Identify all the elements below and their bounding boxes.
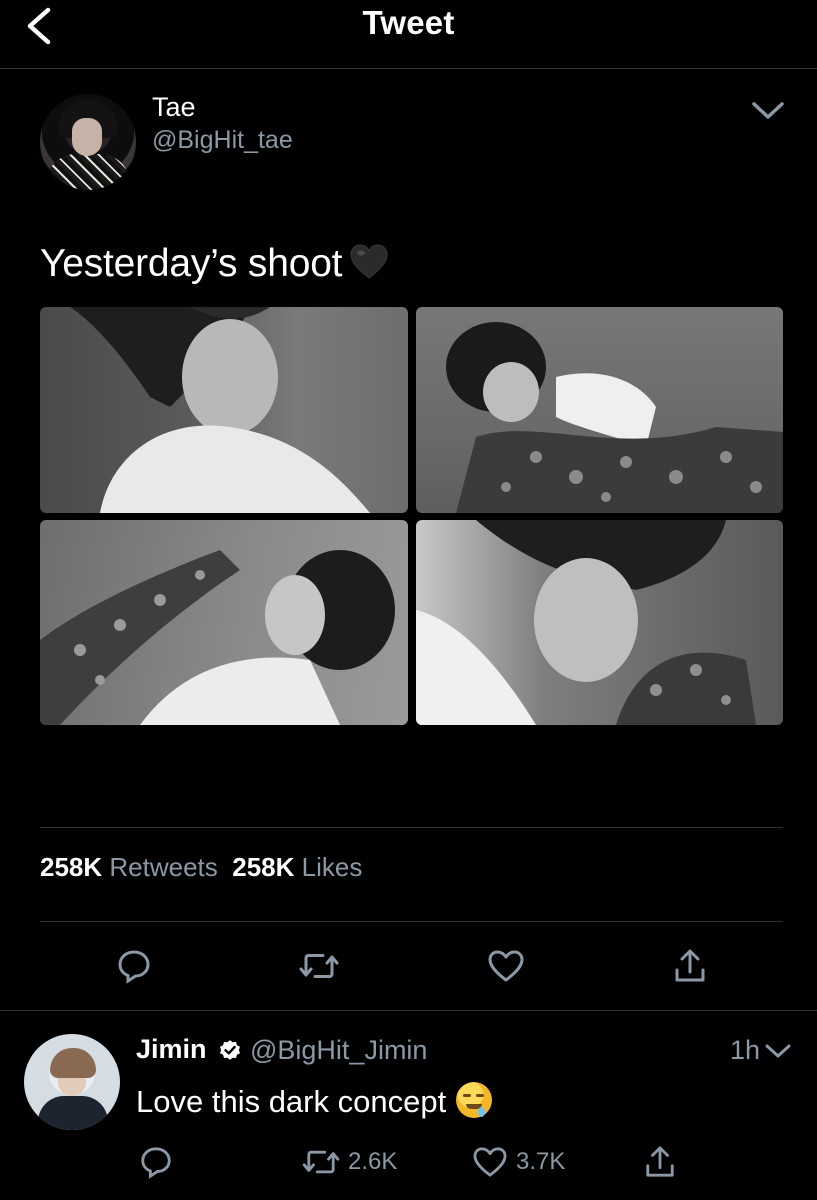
reply-timestamp[interactable]: 1h bbox=[730, 1035, 760, 1066]
reply-retweet-button[interactable]: 2.6K bbox=[302, 1142, 422, 1182]
share-button[interactable] bbox=[668, 944, 712, 988]
reply-icon bbox=[141, 1147, 171, 1179]
tweet-text: Yesterday’s shoot bbox=[40, 242, 388, 290]
reply-author-handle[interactable]: @BigHit_Jimin bbox=[250, 1035, 427, 1066]
tweet-text-content: Yesterday’s shoot bbox=[40, 242, 343, 285]
retweet-icon bbox=[302, 1150, 340, 1174]
reply-share-button[interactable] bbox=[640, 1142, 680, 1182]
chevron-down-icon bbox=[765, 1044, 791, 1058]
reply-reply-button[interactable] bbox=[136, 1142, 176, 1182]
reply-retweet-count: 2.6K bbox=[348, 1148, 398, 1175]
author-name[interactable]: Tae bbox=[152, 92, 196, 123]
retweet-button[interactable] bbox=[297, 944, 341, 988]
header-divider bbox=[0, 68, 817, 69]
tweet-menu-button[interactable] bbox=[748, 94, 788, 128]
reply-divider bbox=[0, 1010, 817, 1011]
reply-text: Love this dark concept bbox=[136, 1082, 493, 1120]
heart-icon bbox=[488, 950, 524, 982]
tweet-photo-1[interactable] bbox=[40, 307, 408, 513]
author-avatar[interactable] bbox=[40, 94, 136, 190]
stats-divider-top bbox=[40, 827, 783, 828]
stats-divider-bottom bbox=[40, 921, 783, 922]
tweet-stats: 258K Retweets 258K Likes bbox=[40, 852, 362, 883]
reply-like-count: 3.7K bbox=[516, 1148, 566, 1175]
author-handle[interactable]: @BigHit_tae bbox=[152, 126, 293, 155]
reply-menu-button[interactable] bbox=[762, 1036, 794, 1066]
black-heart-emoji bbox=[350, 244, 388, 290]
chevron-down-icon bbox=[752, 102, 784, 119]
tweet-photo-3[interactable] bbox=[40, 520, 408, 725]
reply-like-button[interactable]: 3.7K bbox=[472, 1142, 592, 1182]
reply-text-content: Love this dark concept bbox=[136, 1084, 447, 1119]
retweets-label[interactable]: Retweets bbox=[109, 852, 217, 882]
reply-author-avatar[interactable] bbox=[24, 1034, 120, 1130]
drooling-face-emoji bbox=[456, 1082, 493, 1118]
tweet-photo-4[interactable] bbox=[416, 520, 783, 725]
reply-author-name[interactable]: Jimin bbox=[136, 1034, 207, 1065]
page-title: Tweet bbox=[362, 4, 455, 41]
retweets-count[interactable]: 258K bbox=[40, 852, 102, 882]
verified-badge-icon bbox=[220, 1040, 240, 1060]
reply-button[interactable] bbox=[112, 944, 156, 988]
share-icon bbox=[646, 1146, 674, 1177]
heart-icon bbox=[473, 1147, 507, 1177]
share-icon bbox=[675, 949, 705, 982]
reply-icon bbox=[118, 950, 150, 984]
tweet-photo-2[interactable] bbox=[416, 307, 783, 513]
likes-label[interactable]: Likes bbox=[302, 852, 363, 882]
retweet-icon bbox=[299, 954, 339, 978]
likes-count[interactable]: 258K bbox=[232, 852, 294, 882]
like-button[interactable] bbox=[484, 944, 528, 988]
